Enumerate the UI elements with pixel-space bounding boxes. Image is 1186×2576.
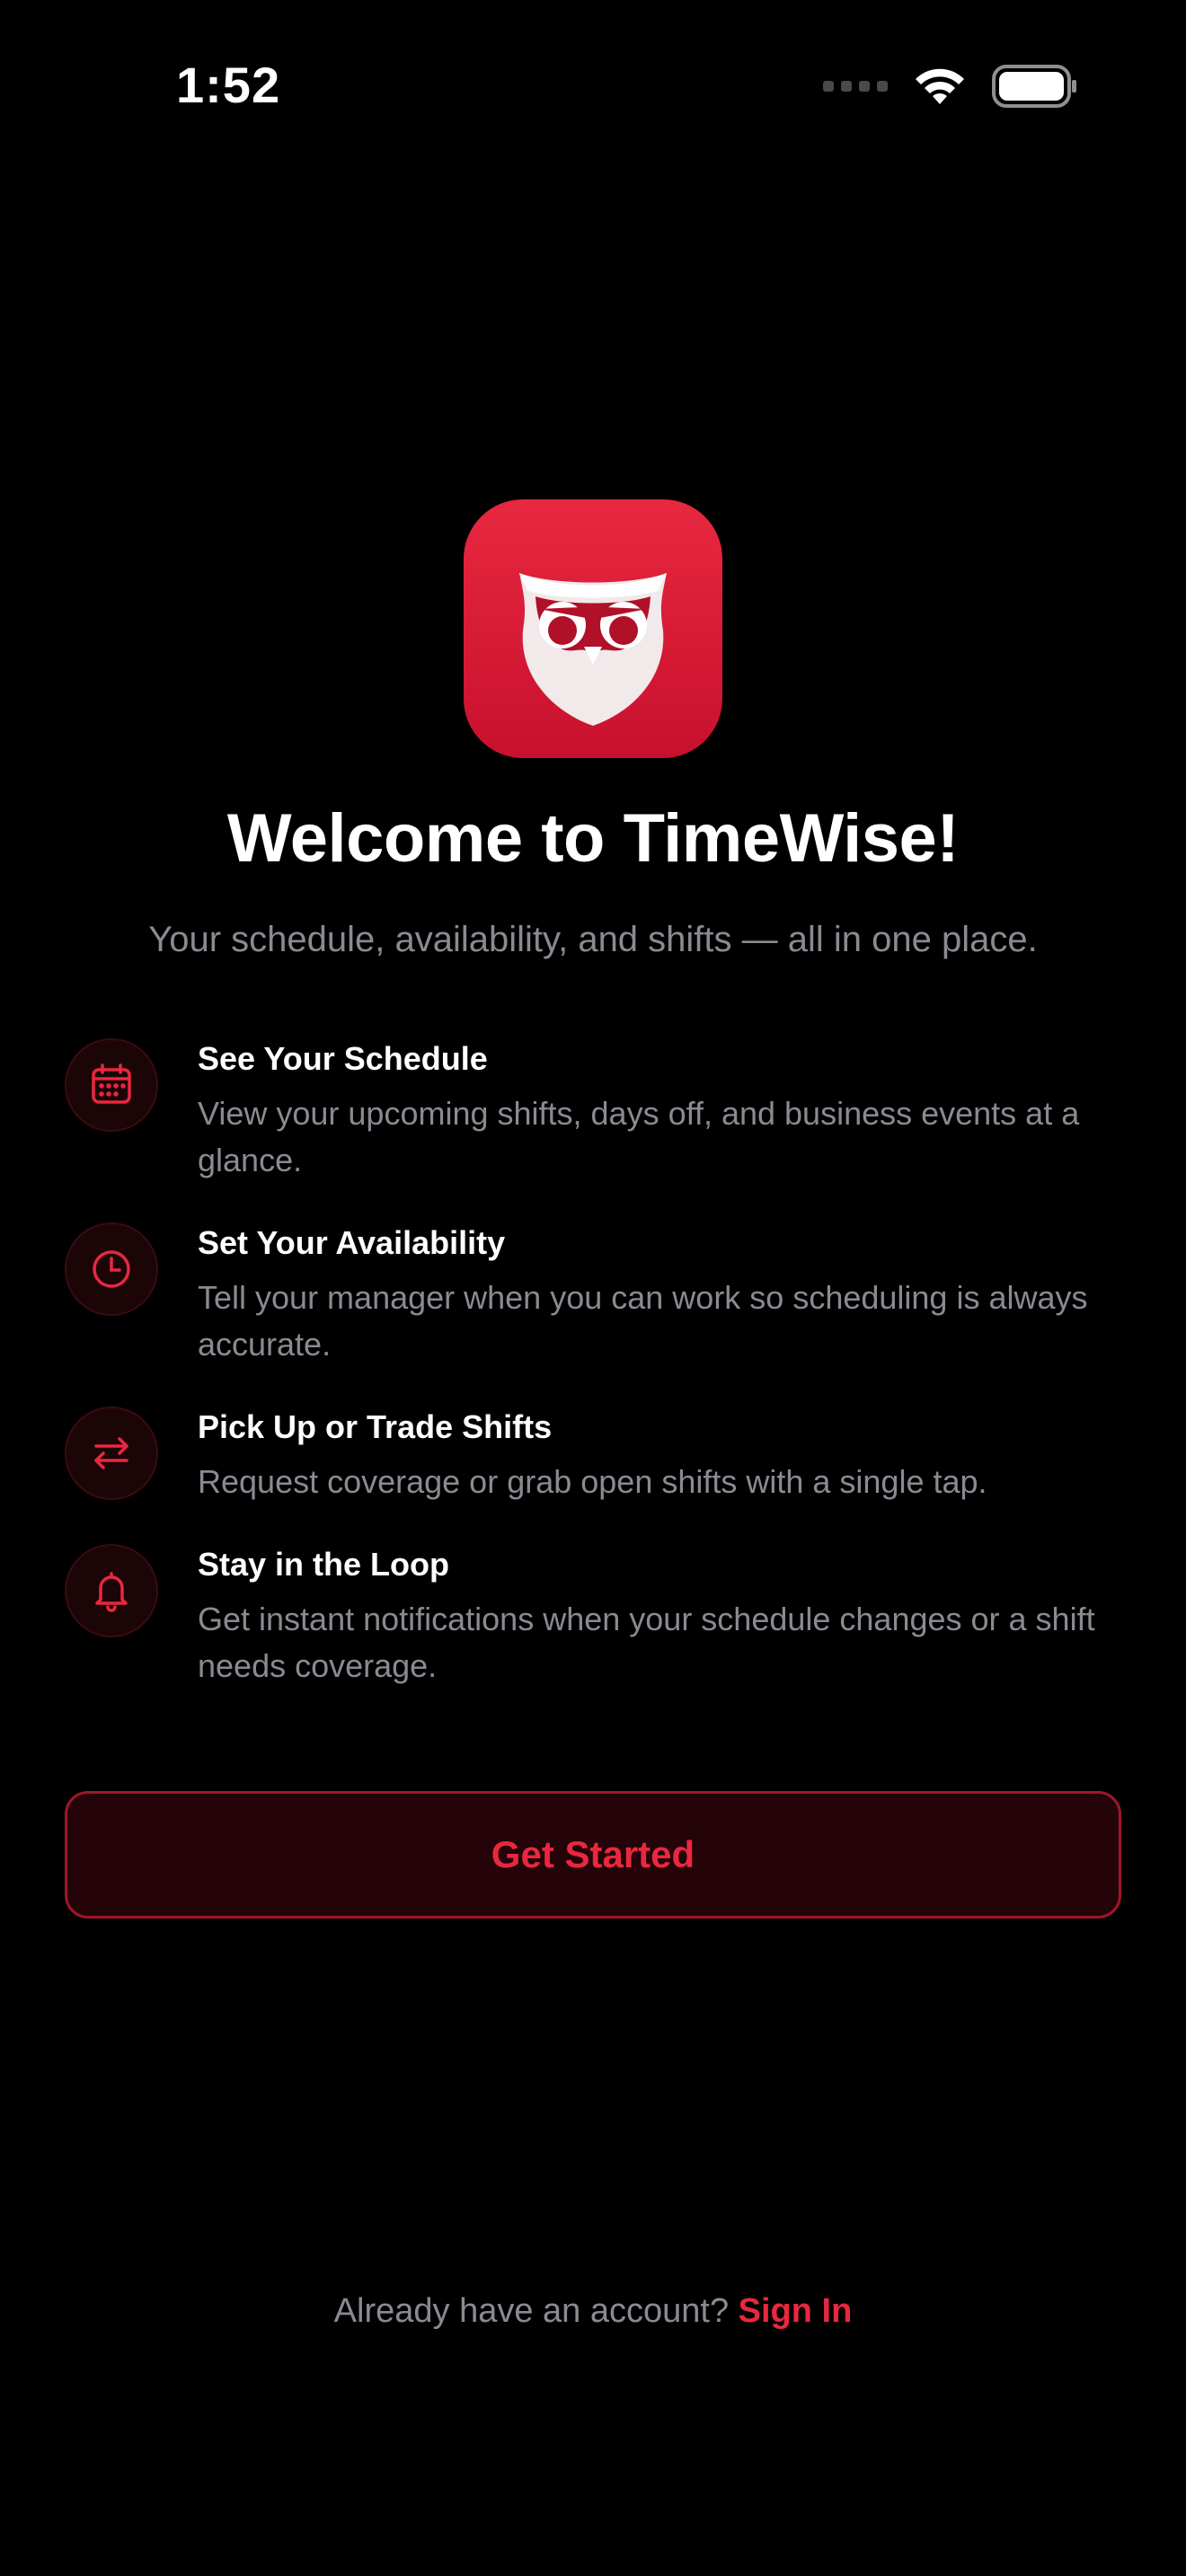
feature-description: Tell your manager when you can work so s…: [198, 1279, 1088, 1363]
feature-title: See Your Schedule: [198, 1040, 488, 1077]
cellular-signal-icon: [823, 81, 888, 92]
owl-logo-icon: [464, 499, 722, 758]
status-bar: 1:52: [0, 0, 1186, 171]
wifi-icon: [916, 68, 964, 104]
clock-icon: [65, 1222, 158, 1316]
status-time: 1:52: [176, 57, 281, 113]
bell-icon: [65, 1544, 158, 1637]
sign-in-link[interactable]: Sign In: [739, 2292, 853, 2330]
calendar-icon: [65, 1038, 158, 1132]
feature-title: Stay in the Loop: [198, 1546, 450, 1583]
signin-row: Already have an account? Sign In: [0, 2292, 1186, 2331]
battery-icon: [992, 65, 1076, 108]
feature-description: Request coverage or grab open shifts wit…: [198, 1463, 987, 1500]
feature-description: Get instant notifications when your sche…: [198, 1601, 1095, 1684]
feature-description: View your upcoming shifts, days off, and…: [198, 1095, 1080, 1178]
welcome-title: Welcome to TimeWise!: [226, 800, 960, 877]
swap-arrows-icon: [65, 1407, 158, 1500]
feature-title: Set Your Availability: [198, 1224, 506, 1261]
status-icons: [823, 65, 1078, 108]
get-started-button[interactable]: Get Started: [65, 1791, 1121, 1919]
feature-title: Pick Up or Trade Shifts: [198, 1408, 553, 1445]
signin-prompt: Already have an account?: [333, 2292, 730, 2330]
welcome-subtitle: Your schedule, availability, and shifts …: [148, 920, 1038, 959]
